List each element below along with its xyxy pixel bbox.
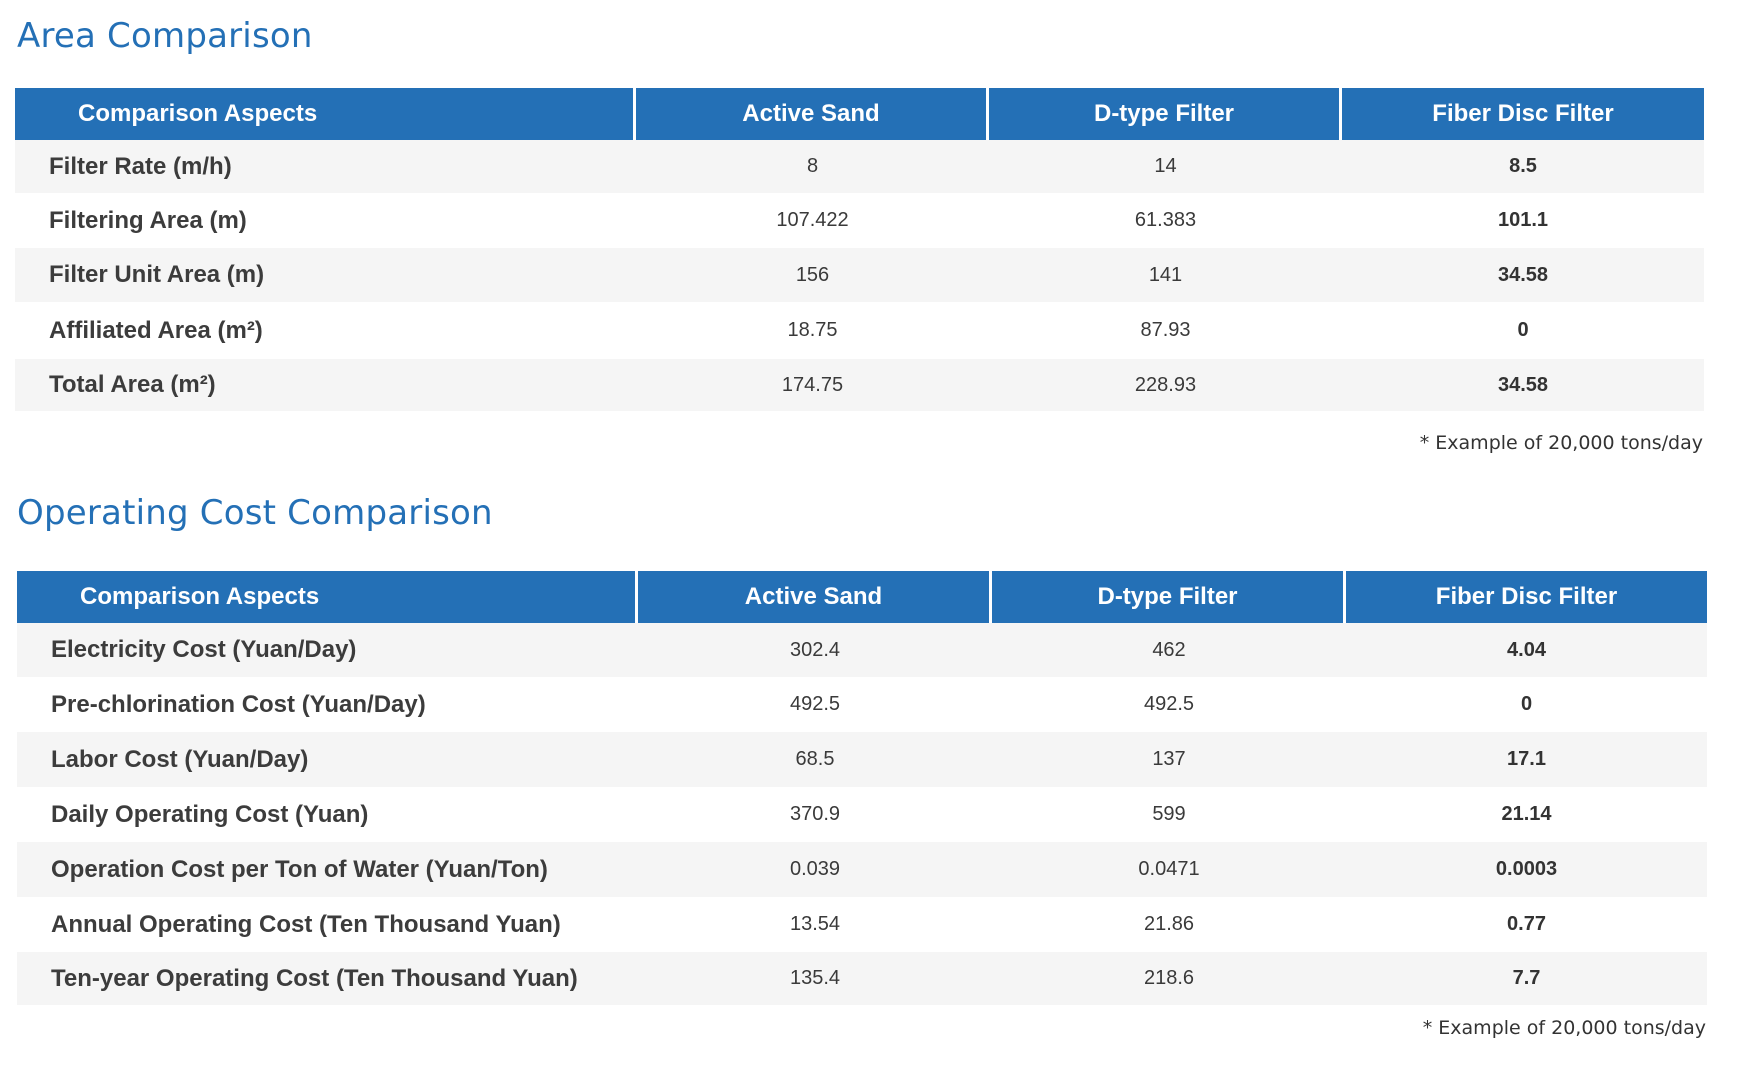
cell-active-sand: 13.54 [638, 897, 992, 952]
table-header-row: Comparison Aspects Active Sand D-type Fi… [17, 571, 1707, 623]
row-label: Total Area (m²) [15, 359, 636, 411]
table-row: Annual Operating Cost (Ten Thousand Yuan… [17, 897, 1707, 952]
header-active-sand: Active Sand [638, 571, 992, 623]
cell-d-type-filter: 21.86 [992, 897, 1346, 952]
row-label: Pre-chlorination Cost (Yuan/Day) [17, 677, 638, 732]
row-label: Electricity Cost (Yuan/Day) [17, 623, 638, 677]
table-row: Filtering Area (m) 107.422 61.383 101.1 [15, 193, 1704, 248]
row-label: Ten-year Operating Cost (Ten Thousand Yu… [17, 952, 638, 1005]
row-label: Filter Rate (m/h) [15, 140, 636, 193]
row-label: Daily Operating Cost (Yuan) [17, 787, 638, 842]
cell-d-type-filter: 14 [989, 140, 1342, 193]
table-row: Daily Operating Cost (Yuan) 370.9 599 21… [17, 787, 1707, 842]
header-fiber-disc-filter: Fiber Disc Filter [1346, 571, 1707, 623]
header-active-sand: Active Sand [636, 88, 989, 140]
area-comparison-table: Comparison Aspects Active Sand D-type Fi… [15, 88, 1704, 411]
cell-active-sand: 0.039 [638, 842, 992, 897]
cell-d-type-filter: 87.93 [989, 302, 1342, 359]
row-label: Filtering Area (m) [15, 193, 636, 248]
cell-fiber-disc-filter: 8.5 [1342, 140, 1704, 193]
table-row: Labor Cost (Yuan/Day) 68.5 137 17.1 [17, 732, 1707, 787]
header-d-type-filter: D-type Filter [989, 88, 1342, 140]
cell-d-type-filter: 228.93 [989, 359, 1342, 411]
header-fiber-disc-filter: Fiber Disc Filter [1342, 88, 1704, 140]
cell-d-type-filter: 141 [989, 248, 1342, 302]
row-label: Affiliated Area (m²) [15, 302, 636, 359]
header-d-type-filter: D-type Filter [992, 571, 1346, 623]
cell-active-sand: 68.5 [638, 732, 992, 787]
cell-active-sand: 370.9 [638, 787, 992, 842]
cell-active-sand: 18.75 [636, 302, 989, 359]
header-comparison-aspects: Comparison Aspects [15, 88, 636, 140]
cell-active-sand: 302.4 [638, 623, 992, 677]
cell-fiber-disc-filter: 21.14 [1346, 787, 1707, 842]
cell-d-type-filter: 218.6 [992, 952, 1346, 1005]
area-footnote: * Example of 20,000 tons/day [1419, 432, 1703, 454]
cell-d-type-filter: 599 [992, 787, 1346, 842]
cell-d-type-filter: 492.5 [992, 677, 1346, 732]
table-row: Filter Unit Area (m) 156 141 34.58 [15, 248, 1704, 302]
cell-active-sand: 492.5 [638, 677, 992, 732]
area-section-title: Area Comparison [17, 16, 313, 56]
table-row: Total Area (m²) 174.75 228.93 34.58 [15, 359, 1704, 411]
table-header-row: Comparison Aspects Active Sand D-type Fi… [15, 88, 1704, 140]
table-row: Filter Rate (m/h) 8 14 8.5 [15, 140, 1704, 193]
table-row: Electricity Cost (Yuan/Day) 302.4 462 4.… [17, 623, 1707, 677]
cell-fiber-disc-filter: 101.1 [1342, 193, 1704, 248]
cell-d-type-filter: 0.0471 [992, 842, 1346, 897]
cell-fiber-disc-filter: 17.1 [1346, 732, 1707, 787]
cell-fiber-disc-filter: 0.77 [1346, 897, 1707, 952]
row-label: Operation Cost per Ton of Water (Yuan/To… [17, 842, 638, 897]
cell-active-sand: 135.4 [638, 952, 992, 1005]
cost-section-title: Operating Cost Comparison [17, 493, 493, 533]
cell-fiber-disc-filter: 0 [1346, 677, 1707, 732]
table-row: Ten-year Operating Cost (Ten Thousand Yu… [17, 952, 1707, 1005]
cell-d-type-filter: 462 [992, 623, 1346, 677]
row-label: Labor Cost (Yuan/Day) [17, 732, 638, 787]
cell-active-sand: 174.75 [636, 359, 989, 411]
cell-active-sand: 156 [636, 248, 989, 302]
cell-fiber-disc-filter: 0.0003 [1346, 842, 1707, 897]
row-label: Filter Unit Area (m) [15, 248, 636, 302]
table-row: Pre-chlorination Cost (Yuan/Day) 492.5 4… [17, 677, 1707, 732]
cell-fiber-disc-filter: 7.7 [1346, 952, 1707, 1005]
cell-active-sand: 8 [636, 140, 989, 193]
cell-d-type-filter: 61.383 [989, 193, 1342, 248]
cell-fiber-disc-filter: 34.58 [1342, 248, 1704, 302]
cell-fiber-disc-filter: 4.04 [1346, 623, 1707, 677]
cell-fiber-disc-filter: 0 [1342, 302, 1704, 359]
operating-cost-table: Comparison Aspects Active Sand D-type Fi… [17, 571, 1707, 1005]
cost-footnote: * Example of 20,000 tons/day [1422, 1017, 1706, 1039]
row-label: Annual Operating Cost (Ten Thousand Yuan… [17, 897, 638, 952]
cell-d-type-filter: 137 [992, 732, 1346, 787]
cell-fiber-disc-filter: 34.58 [1342, 359, 1704, 411]
table-row: Affiliated Area (m²) 18.75 87.93 0 [15, 302, 1704, 359]
table-row: Operation Cost per Ton of Water (Yuan/To… [17, 842, 1707, 897]
header-comparison-aspects: Comparison Aspects [17, 571, 638, 623]
cell-active-sand: 107.422 [636, 193, 989, 248]
